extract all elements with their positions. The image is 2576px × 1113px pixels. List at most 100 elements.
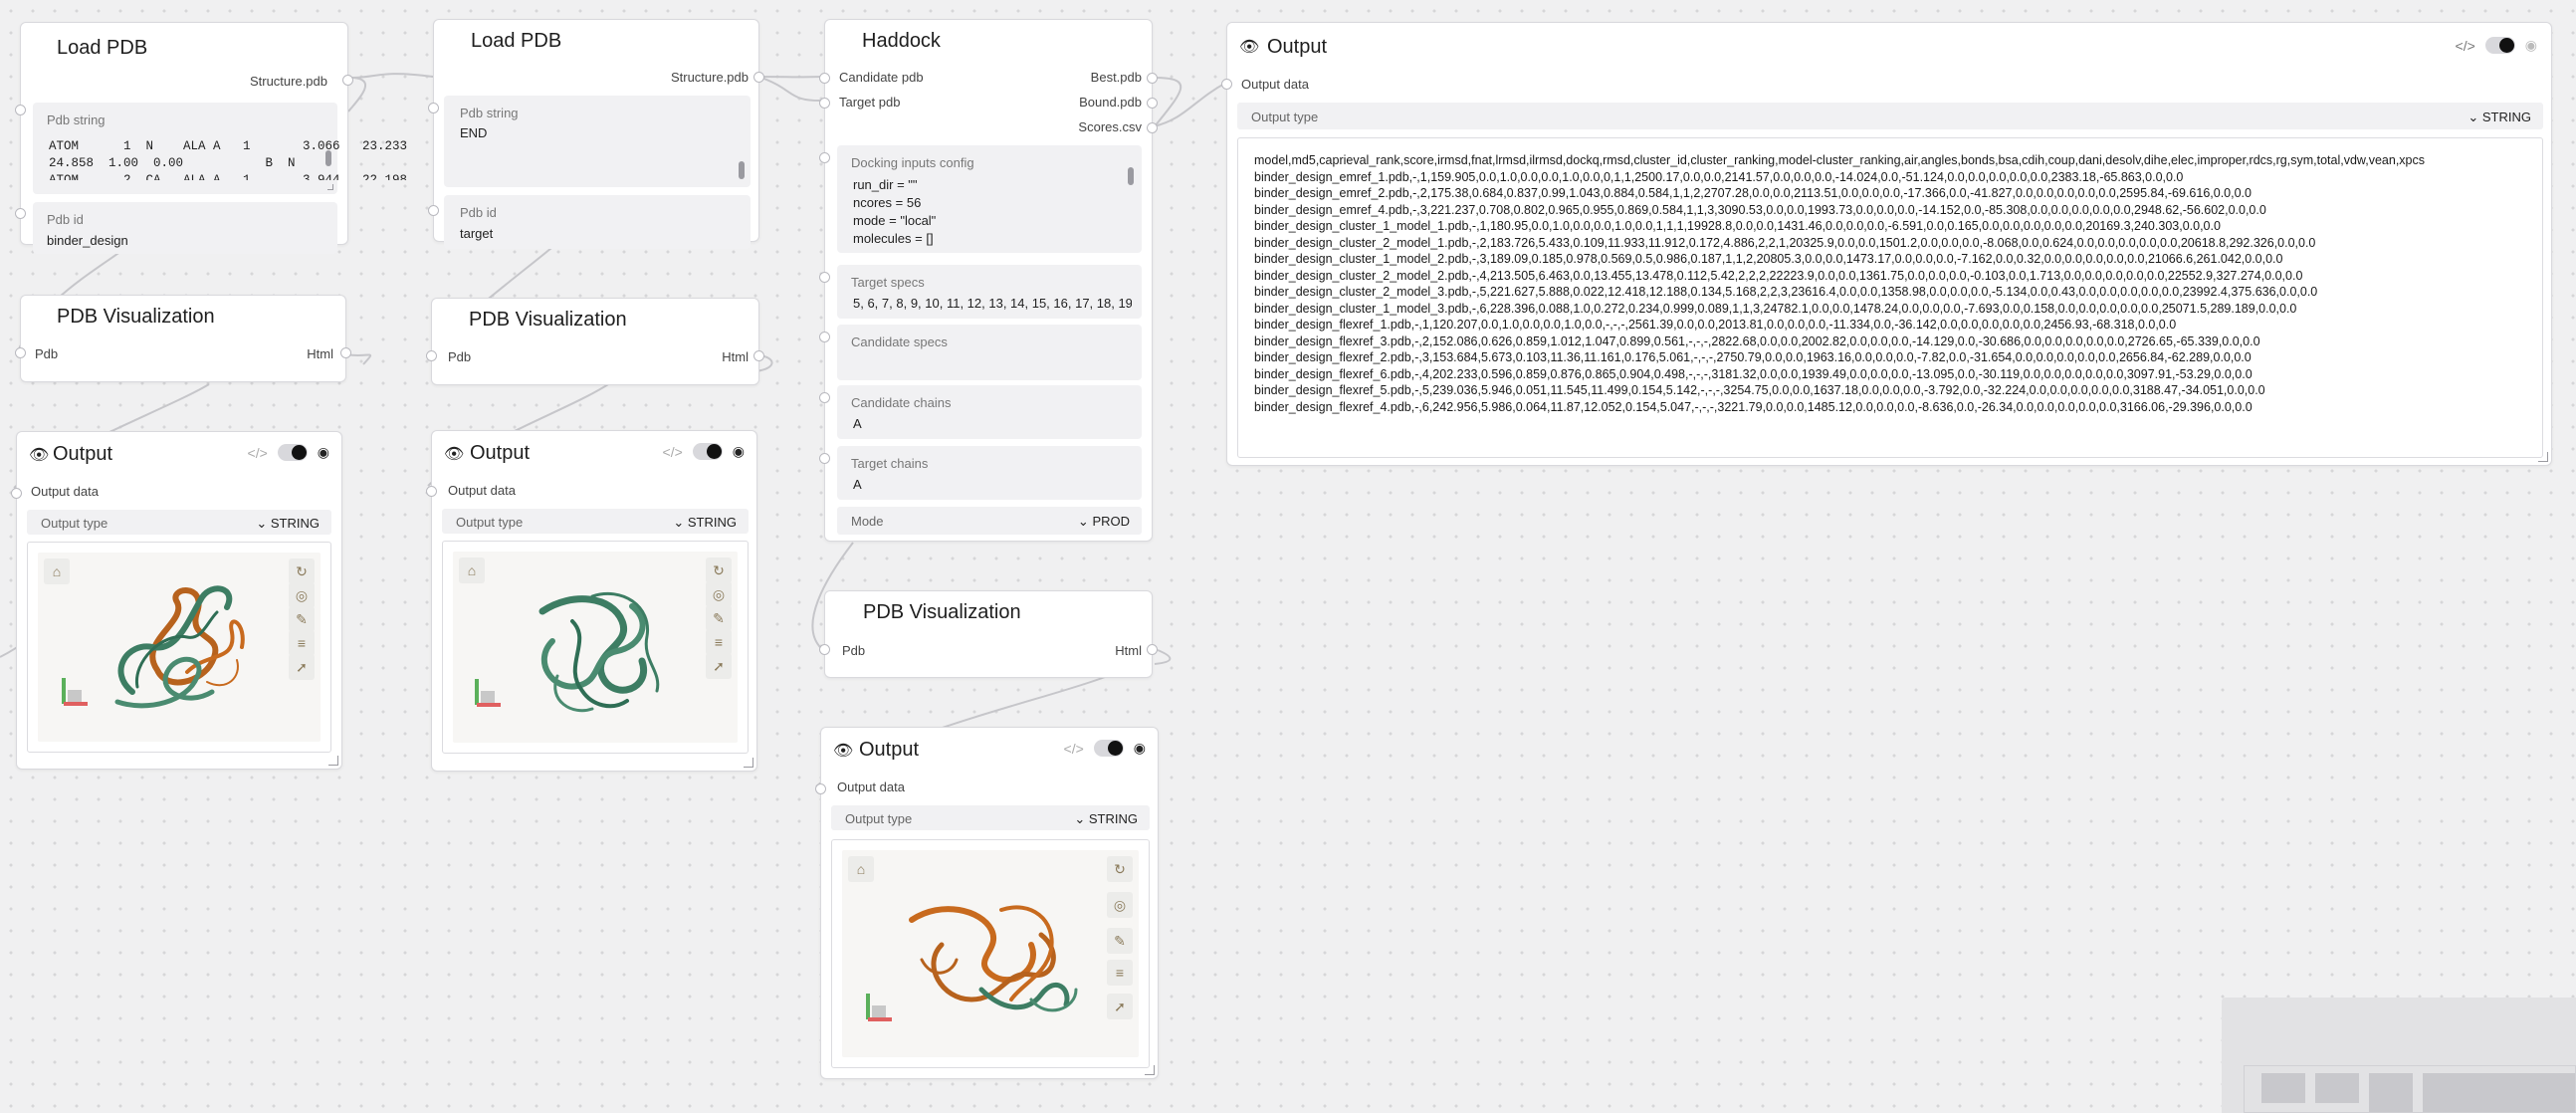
pdb-visualization-node-3[interactable]: PDB Visualization Pdb Html: [819, 590, 1158, 678]
resize-handle[interactable]: [327, 184, 333, 190]
eye-icon[interactable]: ◉: [733, 443, 745, 460]
code-icon[interactable]: </>: [248, 445, 268, 461]
input-port[interactable]: [426, 486, 437, 497]
output-port[interactable]: [342, 75, 353, 86]
viewer-canvas[interactable]: [842, 850, 1139, 1057]
resize-handle[interactable]: [744, 758, 753, 768]
output-port[interactable]: [753, 350, 764, 361]
molecule-viewer[interactable]: ⌂ ↻ ◎ ✎ ≡ ➚: [27, 542, 331, 753]
output-port[interactable]: [1147, 644, 1158, 655]
input-port-candidate[interactable]: [819, 73, 830, 84]
focus-icon[interactable]: ◎: [1107, 892, 1133, 918]
reset-view-button[interactable]: ⌂: [459, 557, 485, 583]
input-port[interactable]: [15, 208, 26, 219]
settings-sliders-icon[interactable]: ≡: [289, 630, 315, 656]
eye-icon[interactable]: 👁: [444, 444, 464, 464]
refresh-icon[interactable]: ↻: [289, 558, 315, 584]
input-port[interactable]: [426, 350, 437, 361]
resize-handle[interactable]: [2538, 452, 2548, 462]
pointer-icon[interactable]: ➚: [706, 653, 732, 679]
output-node-3[interactable]: 👁 Output </> ◉ Output data Output type ⌄…: [815, 727, 1159, 1079]
focus-icon[interactable]: ◎: [289, 582, 315, 608]
reset-view-button[interactable]: ⌂: [44, 558, 70, 584]
focus-icon[interactable]: ◎: [706, 581, 732, 607]
resize-handle[interactable]: [1145, 1065, 1155, 1075]
pointer-icon[interactable]: ➚: [1107, 994, 1133, 1019]
code-icon[interactable]: </>: [663, 444, 683, 460]
reset-view-button[interactable]: ⌂: [848, 856, 874, 882]
output-type-select[interactable]: Output type ⌄ STRING: [442, 509, 749, 534]
output-node-1[interactable]: 👁 Output </> ◉ Output data Output type ⌄…: [11, 431, 342, 770]
code-icon[interactable]: </>: [2456, 38, 2475, 54]
toggle-switch[interactable]: [692, 443, 723, 460]
input-port[interactable]: [15, 105, 26, 115]
candidate-specs-field[interactable]: Candidate specs: [837, 325, 1142, 380]
pdb-string-field[interactable]: Pdb string ATOM 1 N ALA A 1 3.066 23.233…: [33, 103, 407, 194]
pointer-icon[interactable]: ➚: [289, 654, 315, 680]
csv-output-area[interactable]: model,md5,caprieval_rank,score,irmsd,fna…: [1237, 137, 2543, 458]
molecule-viewer[interactable]: ⌂ ↻ ◎ ✎ ≡ ➚: [831, 839, 1150, 1068]
input-port[interactable]: [819, 272, 830, 283]
input-port[interactable]: [428, 205, 439, 216]
target-chains-field[interactable]: Target chains A: [837, 446, 1142, 500]
input-port[interactable]: [819, 332, 830, 342]
output-port-bound[interactable]: [1147, 98, 1158, 109]
output-node-2[interactable]: 👁 Output </> ◉ Output data Output type ⌄…: [426, 430, 757, 772]
output-node-csv[interactable]: 👁 Output </> ◉ Output data Output type ⌄…: [1221, 22, 2552, 466]
wrench-icon[interactable]: ✎: [289, 606, 315, 632]
output-port-scores[interactable]: [1147, 122, 1158, 133]
pdb-visualization-node-1[interactable]: PDB Visualization Pdb Html: [15, 295, 351, 382]
viewer-canvas[interactable]: [453, 552, 738, 743]
eye-icon[interactable]: 👁: [29, 445, 49, 465]
load-pdb-node-1[interactable]: Load PDB Structure.pdb Pdb string ATOM 1…: [15, 22, 407, 254]
output-port-best[interactable]: [1147, 73, 1158, 84]
input-port-target[interactable]: [819, 98, 830, 109]
pdb-id-field[interactable]: Pdb id target: [444, 195, 751, 249]
scrollbar[interactable]: [739, 161, 745, 179]
mode-select[interactable]: Mode ⌄ PROD: [837, 507, 1142, 535]
input-port[interactable]: [819, 152, 830, 163]
docking-inputs-config-field[interactable]: Docking inputs config run_dir = "" ncore…: [837, 145, 1142, 253]
input-port[interactable]: [815, 783, 826, 794]
pdb-string-field[interactable]: Pdb string END: [444, 96, 751, 187]
eye-icon[interactable]: 👁: [1239, 37, 1259, 57]
scrollbar[interactable]: [325, 150, 331, 166]
refresh-icon[interactable]: ↻: [1107, 856, 1133, 882]
toggle-switch[interactable]: [1093, 740, 1124, 757]
settings-sliders-icon[interactable]: ≡: [1107, 960, 1133, 986]
input-port[interactable]: [15, 347, 26, 358]
eye-icon[interactable]: ◉: [318, 444, 329, 461]
candidate-chains-field[interactable]: Candidate chains A: [837, 385, 1142, 439]
haddock-node[interactable]: Haddock Candidate pdb Target pdb Best.pd…: [819, 19, 1158, 542]
minimap-viewport[interactable]: [2244, 1065, 2576, 1113]
output-port[interactable]: [340, 347, 351, 358]
minimap[interactable]: [2222, 998, 2576, 1113]
resize-handle[interactable]: [328, 756, 338, 766]
pdb-id-field[interactable]: Pdb id binder_design: [33, 202, 337, 254]
input-port[interactable]: [11, 488, 22, 499]
target-specs-field[interactable]: Target specs 5, 6, 7, 8, 9, 10, 11, 12, …: [837, 265, 1142, 319]
load-pdb-node-2[interactable]: Load PDB Structure.pdb Pdb string END Pd…: [428, 19, 764, 249]
eye-icon[interactable]: 👁: [833, 741, 853, 761]
code-icon[interactable]: </>: [1064, 741, 1084, 757]
toggle-switch[interactable]: [2484, 37, 2515, 54]
input-port[interactable]: [819, 392, 830, 403]
input-port[interactable]: [819, 453, 830, 464]
output-type-select[interactable]: Output type ⌄ STRING: [831, 805, 1150, 830]
input-port[interactable]: [819, 644, 830, 655]
pdb-visualization-node-2[interactable]: PDB Visualization Pdb Html: [426, 298, 764, 385]
eye-icon[interactable]: ◉: [2525, 37, 2537, 54]
output-type-select[interactable]: Output type ⌄ STRING: [1237, 103, 2543, 129]
input-port[interactable]: [1221, 79, 1232, 90]
output-type-select[interactable]: Output type ⌄ STRING: [27, 510, 331, 535]
toggle-switch[interactable]: [277, 444, 308, 461]
scrollbar[interactable]: [1128, 167, 1134, 185]
wrench-icon[interactable]: ✎: [706, 605, 732, 631]
eye-icon[interactable]: ◉: [1134, 740, 1146, 757]
viewer-canvas[interactable]: [38, 553, 321, 742]
output-port[interactable]: [753, 72, 764, 83]
molecule-viewer[interactable]: ⌂ ↻ ◎ ✎ ≡ ➚: [442, 541, 749, 754]
wrench-icon[interactable]: ✎: [1107, 928, 1133, 954]
input-port[interactable]: [428, 103, 439, 113]
settings-sliders-icon[interactable]: ≡: [706, 629, 732, 655]
